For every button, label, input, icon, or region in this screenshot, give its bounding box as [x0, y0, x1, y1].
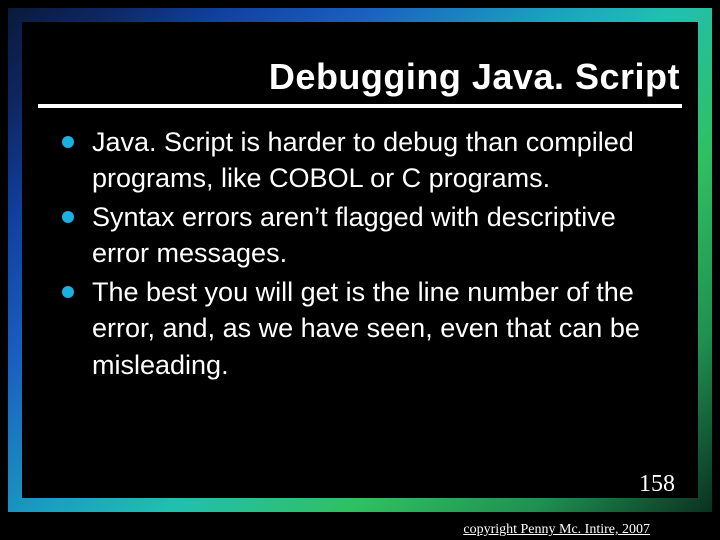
list-item: The best you will get is the line number…	[60, 274, 670, 383]
list-item: Syntax errors aren’t flagged with descri…	[60, 199, 670, 272]
page-number: 158	[639, 471, 675, 498]
list-item: Java. Script is harder to debug than com…	[60, 124, 670, 197]
bullet-text: Syntax errors aren’t flagged with descri…	[92, 202, 616, 268]
title-underline	[38, 104, 682, 108]
bullet-text: The best you will get is the line number…	[92, 277, 640, 380]
copyright-text: copyright Penny Mc. Intire, 2007	[463, 522, 650, 538]
bullet-text: Java. Script is harder to debug than com…	[92, 127, 634, 193]
slide-content: Java. Script is harder to debug than com…	[60, 124, 670, 385]
bullet-icon	[62, 136, 74, 148]
bullet-icon	[62, 211, 74, 223]
bullet-list: Java. Script is harder to debug than com…	[60, 124, 670, 383]
slide-title: Debugging Java. Script	[0, 56, 680, 98]
bullet-icon	[62, 286, 74, 298]
